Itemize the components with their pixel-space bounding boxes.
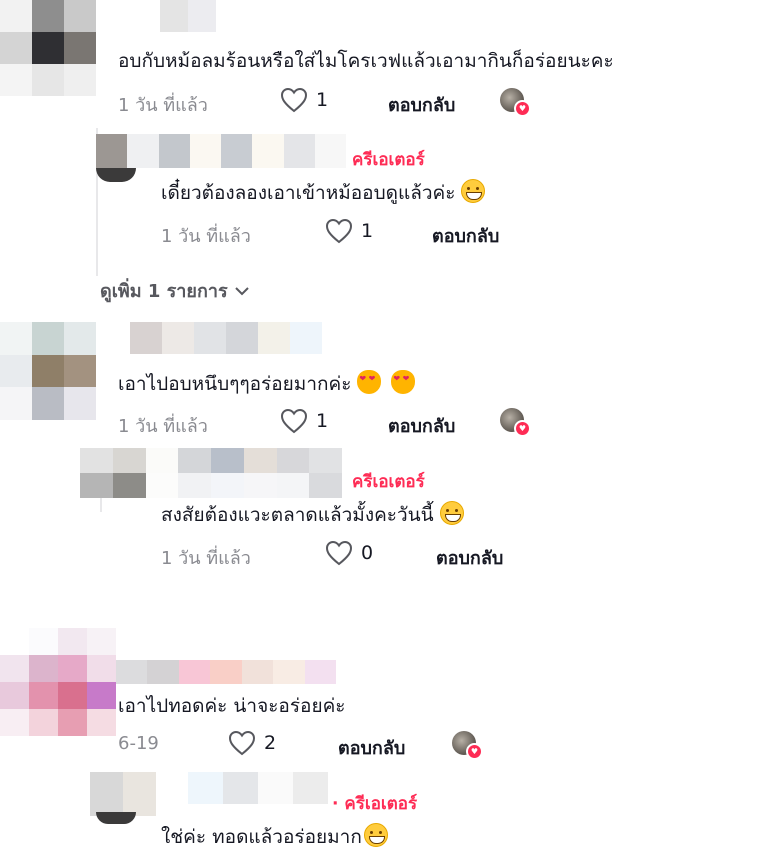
reply-text: สงสัยต้องแวะตลาดแล้วมั้งคะวันนี้	[161, 504, 434, 526]
comment-text: เอาไปทอดค่ะ น่าจะอร่อยค่ะ	[118, 695, 346, 717]
heart-icon	[325, 540, 353, 566]
comment-time: 1 วัน ที่แล้ว	[118, 416, 208, 437]
author-liked-indicator: ♥	[500, 88, 531, 118]
reply-text-line: เดี๋ยวต้องลองเอาเข้าหม้ออบดูแล้วค่ะ	[161, 178, 486, 208]
reply-text-line: ใช่ค่ะ ทอดแล้วอร่อยมาก	[161, 822, 388, 852]
like-button[interactable]: 2	[228, 730, 276, 756]
reply-avatar[interactable]	[90, 772, 156, 816]
avatar[interactable]	[0, 0, 96, 96]
grin-icon	[363, 823, 388, 847]
heart-icon	[280, 87, 308, 113]
reply-button[interactable]: ตอบกลับ	[432, 221, 499, 250]
username-blurred[interactable]	[160, 0, 216, 32]
username-blurred[interactable]	[116, 660, 336, 684]
reply-avatar[interactable]	[96, 134, 346, 168]
like-button[interactable]: 1	[280, 87, 328, 113]
reply-avatar-lower	[96, 812, 136, 824]
reply-like-count: 1	[361, 220, 374, 242]
author-liked-indicator: ♥	[452, 731, 483, 761]
comment-text: อบกับหม้อลมร้อนหรือใส่ไมโครเวฟแล้วเอามาก…	[118, 50, 614, 72]
reply-like-count: 0	[361, 542, 374, 564]
comment-text-line: เอาไปอบหนึบๆๆอร่อยมากค่ะ	[118, 369, 416, 399]
heart-eyes-cat-icon	[391, 370, 416, 394]
grin-icon	[439, 501, 464, 525]
reply-like-button[interactable]: 0	[325, 540, 373, 566]
creator-label: ครีเอเตอร์	[352, 150, 425, 170]
heart-eyes-cat-icon	[357, 370, 382, 394]
heart-icon	[228, 730, 256, 756]
comment-time: 6-19	[118, 733, 159, 754]
comment-text: เอาไปอบหนึบๆๆอร่อยมากค่ะ	[118, 373, 352, 395]
reply-avatar-lower	[96, 168, 136, 182]
like-count: 1	[316, 410, 329, 432]
username-blurred[interactable]	[130, 322, 322, 354]
heart-icon	[280, 408, 308, 434]
reply-text-line: สงสัยต้องแวะตลาดแล้วมั้งคะวันนี้	[161, 500, 464, 530]
reply-button[interactable]: ตอบกลับ	[436, 543, 503, 572]
avatar[interactable]	[0, 628, 116, 736]
see-more-replies[interactable]: ดูเพิ่ม 1 รายการ	[100, 276, 250, 305]
like-count: 1	[316, 89, 329, 111]
comment-time: 1 วัน ที่แล้ว	[118, 95, 208, 116]
creator-label: · ครีเอเตอร์	[332, 794, 418, 814]
reply-time: 1 วัน ที่แล้ว	[161, 226, 251, 247]
reply-button[interactable]: ตอบกลับ	[338, 733, 405, 762]
reply-avatar[interactable]	[80, 448, 342, 498]
like-count: 2	[264, 732, 277, 754]
reply-time: 1 วัน ที่แล้ว	[161, 548, 251, 569]
heart-badge-icon: ♥	[514, 100, 531, 117]
author-liked-indicator: ♥	[500, 408, 531, 438]
reply-text: เดี๋ยวต้องลองเอาเข้าหม้ออบดูแล้วค่ะ	[161, 182, 456, 204]
reply-like-button[interactable]: 1	[325, 218, 373, 244]
creator-label: ครีเอเตอร์	[352, 472, 425, 492]
chevron-down-icon	[234, 286, 249, 295]
reply-button[interactable]: ตอบกลับ	[388, 411, 455, 440]
grin-icon	[461, 179, 486, 203]
reply-text: ใช่ค่ะ ทอดแล้วอร่อยมาก	[161, 826, 362, 848]
heart-badge-icon: ♥	[466, 743, 483, 760]
reply-button[interactable]: ตอบกลับ	[388, 90, 455, 119]
heart-badge-icon: ♥	[514, 420, 531, 437]
like-button[interactable]: 1	[280, 408, 328, 434]
avatar[interactable]	[0, 322, 96, 420]
username-blurred[interactable]	[188, 772, 328, 804]
see-more-label: ดูเพิ่ม 1 รายการ	[100, 281, 228, 302]
heart-icon	[325, 218, 353, 244]
